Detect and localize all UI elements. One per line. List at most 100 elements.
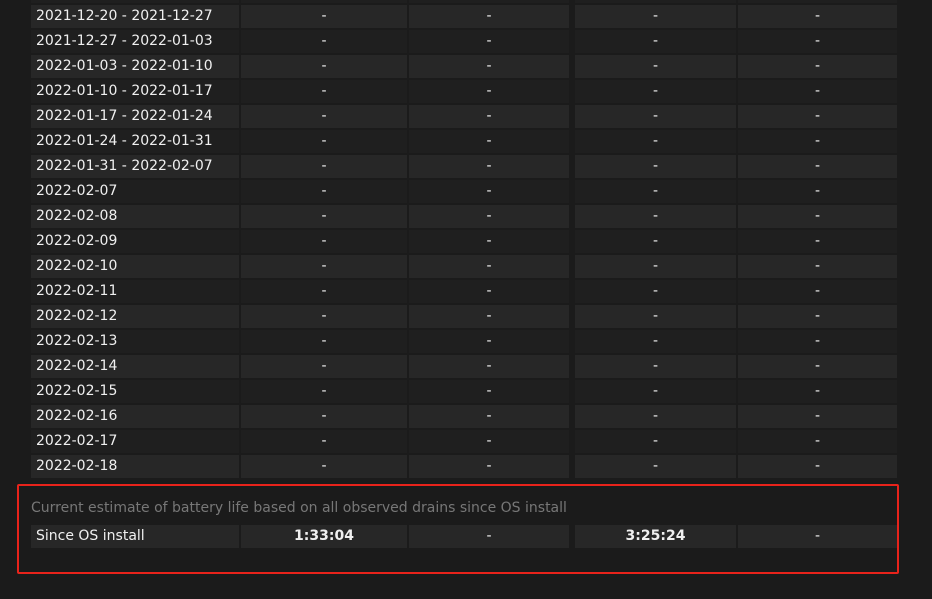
table-cell: - <box>241 230 407 253</box>
table-cell: - <box>409 105 569 128</box>
table-cell: - <box>575 30 736 53</box>
table-cell: - <box>575 180 736 203</box>
table-cell: - <box>409 155 569 178</box>
table-row: 2022-02-14- - - - <box>31 355 897 378</box>
table-cell: - <box>409 180 569 203</box>
table-row: 2022-02-17- - - - <box>31 430 897 453</box>
table-cell: - <box>575 0 736 3</box>
table-cell: - <box>409 30 569 53</box>
table-row: 2022-01-17 - 2022-01-24- - - - <box>31 105 897 128</box>
table-cell: - <box>738 330 897 353</box>
period-label: 2022-01-24 - 2022-01-31 <box>31 130 239 153</box>
table-cell: - <box>575 255 736 278</box>
table-row: 2022-02-18- - - - <box>31 455 897 478</box>
estimate-value: - <box>738 525 897 548</box>
table-cell: - <box>738 30 897 53</box>
table-cell: - <box>241 255 407 278</box>
period-label: 2022-02-10 <box>31 255 239 278</box>
period-label: 2022-02-11 <box>31 280 239 303</box>
table-row: 2022-01-10 - 2022-01-17- - - - <box>31 80 897 103</box>
period-label: 2022-02-14 <box>31 355 239 378</box>
table-cell: - <box>409 355 569 378</box>
period-label: 2022-01-31 - 2022-02-07 <box>31 155 239 178</box>
table-cell: - <box>738 305 897 328</box>
table-row: 2022-02-16- - - - <box>31 405 897 428</box>
table-cell: - <box>575 305 736 328</box>
period-label: 2022-02-16 <box>31 405 239 428</box>
table-cell: - <box>409 280 569 303</box>
table-cell: - <box>575 330 736 353</box>
estimate-row: Since OS install 1:33:04 - 3:25:24 - <box>31 525 897 548</box>
table-cell: - <box>575 230 736 253</box>
table-cell: - <box>575 455 736 478</box>
table-cell: - <box>409 455 569 478</box>
table-cell: - <box>409 330 569 353</box>
table-cell: - <box>409 255 569 278</box>
table-cell: - <box>575 380 736 403</box>
highlight-box: Current estimate of battery life based o… <box>17 484 899 574</box>
table-cell: - <box>241 205 407 228</box>
table-cell: - <box>409 205 569 228</box>
table-cell: - <box>241 280 407 303</box>
table-cell: - <box>575 355 736 378</box>
table-row: 2022-01-24 - 2022-01-31- - - - <box>31 130 897 153</box>
table-cell: - <box>575 130 736 153</box>
table-row: ---- <box>31 0 897 3</box>
table-cell: - <box>241 0 407 3</box>
table-cell: - <box>738 455 897 478</box>
table-cell: - <box>738 430 897 453</box>
table-cell: - <box>738 230 897 253</box>
table-cell: - <box>738 255 897 278</box>
table-cell: - <box>241 55 407 78</box>
table-row: 2021-12-27 - 2022-01-03- - - - <box>31 30 897 53</box>
table-cell: - <box>738 55 897 78</box>
table-row: 2022-02-09- - - - <box>31 230 897 253</box>
table-cell: - <box>241 130 407 153</box>
table-row: 2022-02-10- - - - <box>31 255 897 278</box>
table-cell: - <box>738 380 897 403</box>
period-label <box>31 0 239 3</box>
table-cell: - <box>409 305 569 328</box>
table-cell: - <box>241 380 407 403</box>
table-cell: - <box>409 55 569 78</box>
table-cell: - <box>241 455 407 478</box>
table-cell: - <box>409 380 569 403</box>
table-cell: - <box>409 230 569 253</box>
table-cell: - <box>241 30 407 53</box>
table-row: 2022-02-11- - - - <box>31 280 897 303</box>
battery-life-table: ----2021-12-20 - 2021-12-27----2021-12-2… <box>31 0 897 480</box>
estimate-value: 1:33:04 <box>241 525 407 548</box>
table-cell: - <box>241 405 407 428</box>
estimate-label: Since OS install <box>31 525 239 548</box>
period-label: 2022-02-08 <box>31 205 239 228</box>
table-row: 2022-02-13- - - - <box>31 330 897 353</box>
period-label: 2022-02-15 <box>31 380 239 403</box>
estimate-value: 3:25:24 <box>575 525 736 548</box>
table-cell: - <box>575 405 736 428</box>
table-cell: - <box>575 430 736 453</box>
table-cell: - <box>241 305 407 328</box>
table-cell: - <box>738 205 897 228</box>
period-label: 2022-02-17 <box>31 430 239 453</box>
period-label: 2021-12-20 - 2021-12-27 <box>31 5 239 28</box>
table-cell: - <box>241 80 407 103</box>
estimate-caption: Current estimate of battery life based o… <box>31 500 567 516</box>
table-cell: - <box>738 155 897 178</box>
table-row: 2022-01-03 - 2022-01-10- - - - <box>31 55 897 78</box>
table-cell: - <box>575 80 736 103</box>
estimate-value: - <box>409 525 569 548</box>
table-row: 2022-02-12- - - - <box>31 305 897 328</box>
table-cell: - <box>241 105 407 128</box>
table-cell: - <box>738 355 897 378</box>
table-row: 2022-02-07- - - - <box>31 180 897 203</box>
table-cell: - <box>241 355 407 378</box>
period-label: 2022-02-18 <box>31 455 239 478</box>
period-label: 2022-02-13 <box>31 330 239 353</box>
table-cell: - <box>575 155 736 178</box>
period-label: 2021-12-27 - 2022-01-03 <box>31 30 239 53</box>
table-row: 2022-02-15- - - - <box>31 380 897 403</box>
table-cell: - <box>738 130 897 153</box>
period-label: 2022-02-12 <box>31 305 239 328</box>
table-cell: - <box>738 180 897 203</box>
table-cell: - <box>241 155 407 178</box>
